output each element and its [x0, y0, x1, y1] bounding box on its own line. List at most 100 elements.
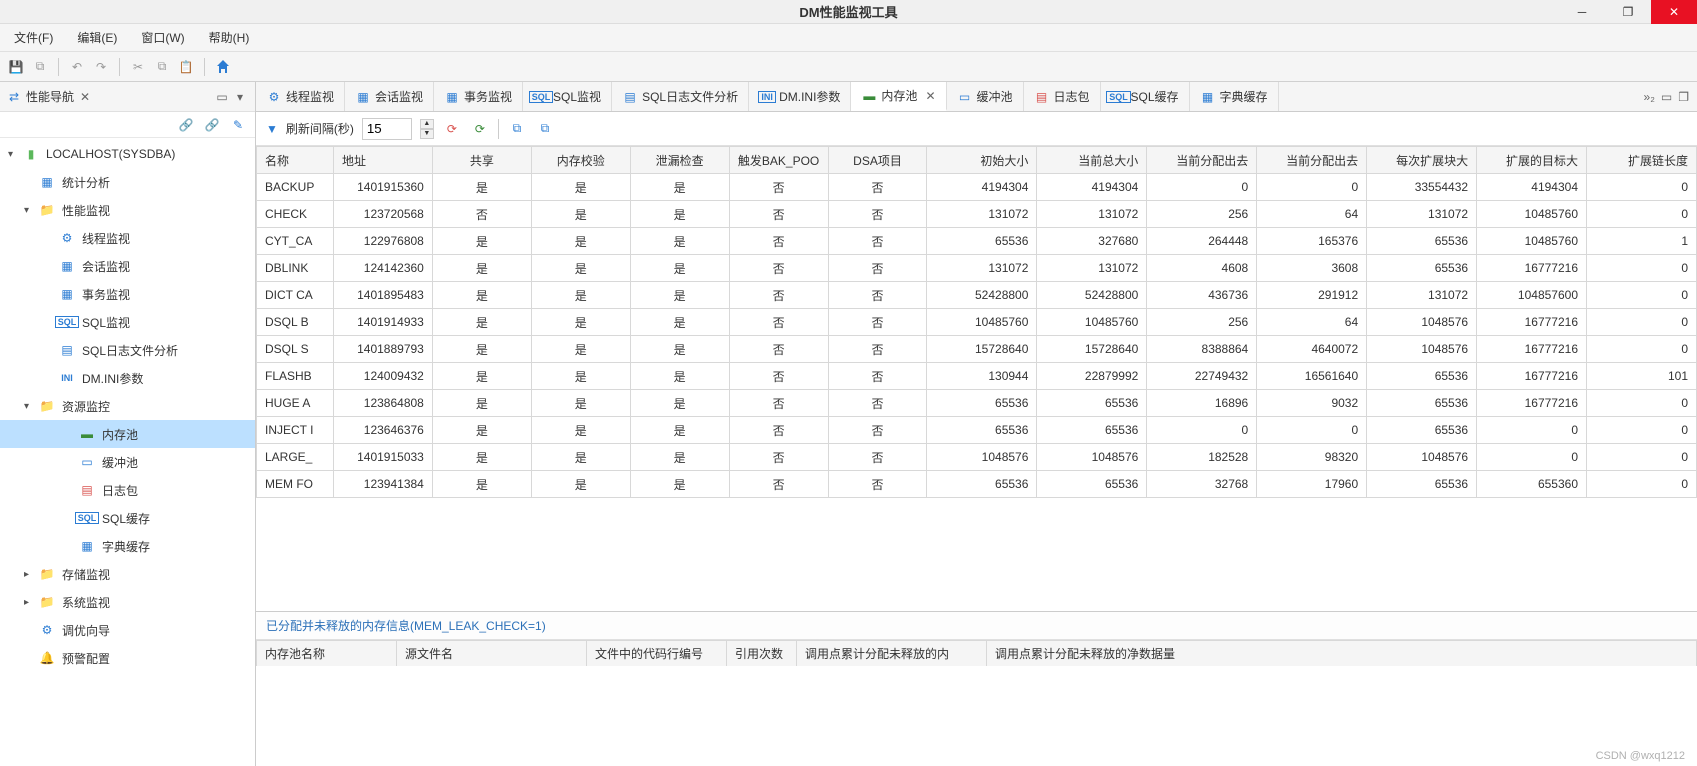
tree-sqlcache[interactable]: SQLSQL缓存: [0, 504, 255, 532]
column-header[interactable]: 名称: [257, 147, 334, 174]
menu-help[interactable]: 帮助(H): [203, 25, 256, 50]
spin-up[interactable]: ▲: [420, 119, 434, 129]
cut-icon[interactable]: ✂: [128, 57, 148, 77]
cell-alloc2: 64: [1257, 309, 1367, 336]
tab-close-icon[interactable]: ✕: [925, 89, 935, 103]
main-table-container[interactable]: 名称地址共享内存校验泄漏检查触发BAK_POODSA项目初始大小当前总大小当前分…: [256, 146, 1697, 612]
tab-4[interactable]: ▤SQL日志文件分析: [612, 82, 749, 111]
paste-icon[interactable]: 📋: [176, 57, 196, 77]
close-button[interactable]: ✕: [1651, 0, 1697, 24]
table-row[interactable]: CYT_CA122976808是是是否否65536327680264448165…: [257, 228, 1697, 255]
tabs-overflow-icon[interactable]: »₂: [1644, 90, 1655, 104]
copy-all-icon[interactable]: ⧉: [535, 119, 555, 139]
column-header[interactable]: 内存校验: [531, 147, 630, 174]
table-row[interactable]: INJECT I123646376是是是否否655366553600655360…: [257, 417, 1697, 444]
table-row[interactable]: DICT CA1401895483是是是否否524288005242880043…: [257, 282, 1697, 309]
table-row[interactable]: MEM FO123941384是是是否否65536655363276817960…: [257, 471, 1697, 498]
tree-log[interactable]: ▤日志包: [0, 476, 255, 504]
tree-dictcache[interactable]: ▦字典缓存: [0, 532, 255, 560]
maximize-button[interactable]: ❐: [1605, 0, 1651, 24]
tab-9[interactable]: SQLSQL缓存: [1101, 82, 1190, 111]
cell-chain: 101: [1587, 363, 1697, 390]
tab-6[interactable]: ▬内存池✕: [851, 82, 946, 111]
tree-sys[interactable]: ▸📁系统监视: [0, 588, 255, 616]
undo-icon[interactable]: ↶: [67, 57, 87, 77]
minimize-button[interactable]: ─: [1559, 0, 1605, 24]
minimize-pane-icon[interactable]: ▭: [213, 88, 231, 106]
sub-column-header[interactable]: 源文件名: [397, 641, 587, 667]
save-all-icon[interactable]: ⧉: [30, 57, 50, 77]
tree-transaction[interactable]: ▦事务监视: [0, 280, 255, 308]
tree-tuning[interactable]: ⚙调优向导: [0, 616, 255, 644]
tree-perf[interactable]: ▾📁性能监视: [0, 196, 255, 224]
column-header[interactable]: 当前分配出去: [1147, 147, 1257, 174]
sub-column-header[interactable]: 内存池名称: [257, 641, 397, 667]
table-row[interactable]: DSQL B1401914933是是是否否1048576010485760256…: [257, 309, 1697, 336]
unlink-icon[interactable]: 🔗: [203, 116, 221, 134]
column-header[interactable]: 泄漏检查: [630, 147, 729, 174]
link-icon[interactable]: 🔗: [177, 116, 195, 134]
edit-icon[interactable]: ✎: [229, 116, 247, 134]
copy-icon[interactable]: ⧉: [152, 57, 172, 77]
menu-window[interactable]: 窗口(W): [135, 25, 190, 50]
funnel-icon[interactable]: ▼: [266, 122, 278, 136]
copy-row-icon[interactable]: ⧉: [507, 119, 527, 139]
table-row[interactable]: DBLINK124142360是是是否否13107213107246083608…: [257, 255, 1697, 282]
tree-res[interactable]: ▾📁资源监控: [0, 392, 255, 420]
tree-ini[interactable]: INIDM.INI参数: [0, 364, 255, 392]
tab-5[interactable]: INIDM.INI参数: [749, 82, 851, 111]
column-header[interactable]: 当前总大小: [1037, 147, 1147, 174]
home-icon[interactable]: [213, 57, 233, 77]
column-header[interactable]: 地址: [333, 147, 432, 174]
column-header[interactable]: 初始大小: [927, 147, 1037, 174]
tree-thread[interactable]: ⚙线程监视: [0, 224, 255, 252]
column-header[interactable]: 扩展链长度: [1587, 147, 1697, 174]
tab-7[interactable]: ▭缓冲池: [947, 82, 1024, 111]
tree-sql[interactable]: SQLSQL监视: [0, 308, 255, 336]
pane-menu-icon[interactable]: ▾: [231, 88, 249, 106]
sidebar-close-icon[interactable]: ✕: [80, 90, 90, 104]
stop-icon[interactable]: ⟳: [442, 119, 462, 139]
tab-8[interactable]: ▤日志包: [1024, 82, 1101, 111]
tree-stat[interactable]: ▦统计分析: [0, 168, 255, 196]
tree-mempool[interactable]: ▬内存池: [0, 420, 255, 448]
tab-0[interactable]: ⚙线程监视: [256, 82, 345, 111]
tree-session[interactable]: ▦会话监视: [0, 252, 255, 280]
tree-alert[interactable]: 🔔预警配置: [0, 644, 255, 672]
menu-file[interactable]: 文件(F): [8, 25, 59, 50]
column-header[interactable]: 共享: [432, 147, 531, 174]
chip-icon: ▬: [78, 425, 96, 443]
refresh-icon[interactable]: ⟳: [470, 119, 490, 139]
minimize-pane-icon[interactable]: ▭: [1661, 90, 1672, 104]
sub-column-header[interactable]: 调用点累计分配未释放的净数据量: [987, 641, 1697, 667]
save-icon[interactable]: 💾: [6, 57, 26, 77]
tree-store[interactable]: ▸📁存储监视: [0, 560, 255, 588]
table-row[interactable]: BACKUP1401915360是是是否否4194304419430400335…: [257, 174, 1697, 201]
tree-sqllog[interactable]: ▤SQL日志文件分析: [0, 336, 255, 364]
tab-3[interactable]: SQLSQL监视: [523, 82, 612, 111]
sub-column-header[interactable]: 调用点累计分配未释放的内: [797, 641, 987, 667]
sub-column-header[interactable]: 引用次数: [727, 641, 797, 667]
maximize-pane-icon[interactable]: ❐: [1678, 90, 1689, 104]
menu-edit[interactable]: 编辑(E): [71, 25, 123, 50]
table-row[interactable]: CHECK123720568否是是否否131072131072256641310…: [257, 201, 1697, 228]
table-row[interactable]: LARGE_1401915033是是是否否1048576104857618252…: [257, 444, 1697, 471]
interval-input[interactable]: [362, 118, 412, 140]
tab-2[interactable]: ▦事务监视: [434, 82, 523, 111]
table-row[interactable]: HUGE A123864808是是是否否65536655361689690326…: [257, 390, 1697, 417]
sub-column-header[interactable]: 文件中的代码行编号: [587, 641, 727, 667]
cell-init: 4194304: [927, 174, 1037, 201]
redo-icon[interactable]: ↷: [91, 57, 111, 77]
column-header[interactable]: 扩展的目标大: [1477, 147, 1587, 174]
table-row[interactable]: DSQL S1401889793是是是否否1572864015728640838…: [257, 336, 1697, 363]
tree-buffer[interactable]: ▭缓冲池: [0, 448, 255, 476]
column-header[interactable]: 每次扩展块大: [1367, 147, 1477, 174]
tab-10[interactable]: ▦字典缓存: [1190, 82, 1279, 111]
column-header[interactable]: 触发BAK_POO: [729, 147, 828, 174]
spin-down[interactable]: ▼: [420, 129, 434, 139]
column-header[interactable]: 当前分配出去: [1257, 147, 1367, 174]
column-header[interactable]: DSA项目: [828, 147, 927, 174]
tree-host[interactable]: ▾▮LOCALHOST(SYSDBA): [0, 140, 255, 168]
table-row[interactable]: FLASHB124009432是是是否否13094422879992227494…: [257, 363, 1697, 390]
tab-1[interactable]: ▦会话监视: [345, 82, 434, 111]
